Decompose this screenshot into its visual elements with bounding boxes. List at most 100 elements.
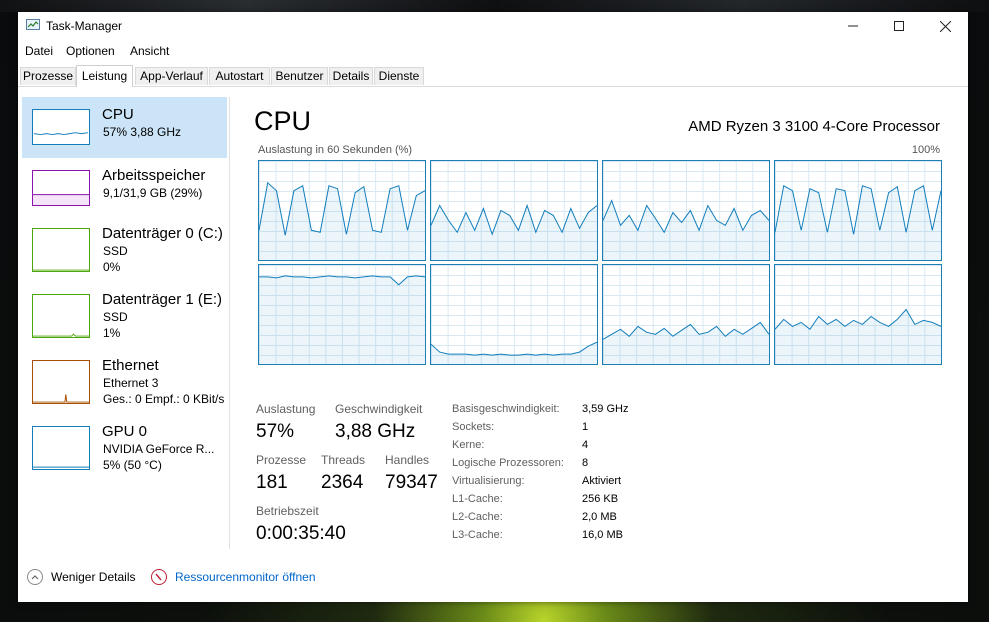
- cpu-core-plot-2: [603, 199, 769, 260]
- sidebar-item-ethernet[interactable]: Ethernet Ethernet 3 Ges.: 0 Empf.: 0 KBi…: [22, 356, 227, 417]
- l3-cache-value: 16,0 MB: [582, 529, 623, 541]
- disk-0-thumbnail-graph: [32, 228, 90, 272]
- cpu-core-graph-1: [430, 160, 598, 261]
- virtualization-label: Virtualisierung:: [452, 475, 525, 487]
- cpu-core-graph-3: [774, 160, 942, 261]
- cpu-core-area-6: [603, 322, 769, 364]
- ethernet-thumbnail-graph: [32, 360, 90, 404]
- sidebar-item-subtitle: 57% 3,88 GHz: [103, 125, 182, 139]
- sidebar-item-detail: 1%: [103, 326, 121, 340]
- uptime-value: 0:00:35:40: [256, 523, 346, 544]
- sidebar-item-detail: 0%: [103, 260, 121, 274]
- sockets-value: 1: [582, 421, 589, 433]
- sidebar-item-subtitle: Ethernet 3: [103, 376, 159, 390]
- base-speed-label: Basisgeschwindigkeit:: [452, 403, 560, 415]
- performance-sidebar: CPU 57% 3,88 GHz Arbeitsspeicher 9,1/31,…: [22, 97, 227, 547]
- graph-axis-label: Auslastung in 60 Sekunden (%): [258, 144, 413, 156]
- desktop-background: [0, 0, 989, 12]
- speed-label: Geschwindigkeit: [335, 402, 423, 416]
- cpu-core-area-1: [431, 205, 597, 260]
- fewer-details-button[interactable]: Weniger Details: [27, 569, 135, 585]
- threads-value: 2364: [321, 472, 364, 493]
- cpu-core-plot-1: [431, 203, 597, 260]
- task-manager-window: Task-Manager Datei Optionen Ansicht Proz…: [18, 12, 968, 602]
- memory-thumbnail-graph: [32, 170, 90, 206]
- cpu-core-graph-7: [774, 264, 942, 365]
- sockets-label: Sockets:: [452, 421, 495, 433]
- tab-prozesse[interactable]: Prozesse: [20, 67, 76, 85]
- menu-optionen[interactable]: Optionen: [66, 44, 115, 58]
- utilization-value: 57%: [256, 421, 295, 442]
- menu-ansicht[interactable]: Ansicht: [130, 44, 169, 58]
- cpu-core-graph-2: [602, 160, 770, 261]
- sidebar-item-title: CPU: [102, 106, 134, 123]
- resource-monitor-label: Ressourcenmonitor öffnen: [175, 570, 316, 584]
- cores-label: Kerne:: [452, 439, 485, 451]
- logical-processors-label: Logische Prozessoren:: [452, 457, 564, 469]
- processes-value: 181: [256, 472, 288, 493]
- cpu-detail-panel: CPU AMD Ryzen 3 3100 4-Core Processor Au…: [230, 97, 968, 557]
- sidebar-item-gpu[interactable]: GPU 0 NVIDIA GeForce R... 5% (50 °C): [22, 422, 227, 483]
- cpu-core-graph-5: [430, 264, 598, 365]
- cpu-core-area-2: [603, 200, 769, 260]
- utilization-label: Auslastung: [256, 402, 316, 416]
- tab-benutzer[interactable]: Benutzer: [271, 67, 328, 85]
- virtualization-value: Aktiviert: [582, 475, 622, 487]
- window-title: Task-Manager: [46, 19, 123, 33]
- l2-cache-value: 2,0 MB: [582, 511, 617, 523]
- sidebar-item-title: Arbeitsspeicher: [102, 167, 206, 184]
- cpu-core-graph-4: [258, 264, 426, 365]
- uptime-label: Betriebszeit: [256, 504, 319, 518]
- gpu-thumbnail-graph: [32, 426, 90, 470]
- cores-value: 4: [582, 439, 589, 451]
- handles-label: Handles: [385, 453, 430, 467]
- cpu-core-area-5: [431, 342, 597, 364]
- cpu-core-plot-5: [431, 341, 597, 364]
- sidebar-item-memory[interactable]: Arbeitsspeicher 9,1/31,9 GB (29%): [22, 158, 227, 219]
- tab-dienste[interactable]: Dienste: [374, 67, 424, 85]
- maximize-button[interactable]: [876, 12, 922, 40]
- resource-monitor-icon: [151, 569, 167, 585]
- cpu-thumbnail-graph: [32, 109, 90, 145]
- cpu-core-plot-6: [603, 321, 769, 364]
- resource-monitor-link[interactable]: Ressourcenmonitor öffnen: [151, 569, 316, 585]
- handles-value: 79347: [385, 472, 438, 493]
- speed-value: 3,88 GHz: [335, 421, 416, 442]
- page-title: CPU: [254, 106, 312, 136]
- cpu-core-plot-4: [259, 275, 425, 364]
- graph-axis-max: 100%: [911, 144, 940, 156]
- chevron-up-icon: [27, 569, 43, 585]
- logical-processors-value: 8: [582, 457, 589, 469]
- minimize-button[interactable]: [830, 12, 876, 40]
- cpu-core-area-7: [775, 309, 941, 364]
- tab-details[interactable]: Details: [329, 67, 373, 85]
- l3-cache-label: L3-Cache:: [452, 529, 503, 541]
- close-button[interactable]: [922, 12, 968, 40]
- processes-label: Prozesse: [256, 453, 307, 467]
- tab-strip: Prozesse Leistung App-Verlauf Autostart …: [18, 65, 968, 87]
- sidebar-item-title: Ethernet: [102, 357, 159, 374]
- base-speed-value: 3,59 GHz: [582, 403, 629, 415]
- cpu-core-plot-3: [775, 185, 941, 260]
- threads-label: Threads: [321, 453, 366, 467]
- l2-cache-label: L2-Cache:: [452, 511, 503, 523]
- sidebar-item-detail: 5% (50 °C): [103, 458, 162, 472]
- menu-datei[interactable]: Datei: [25, 44, 53, 58]
- tab-app-verlauf[interactable]: App-Verlauf: [135, 67, 208, 85]
- title-bar[interactable]: Task-Manager: [18, 12, 968, 40]
- sidebar-item-disk-1[interactable]: Datenträger 1 (E:) SSD 1%: [22, 290, 227, 351]
- sidebar-item-subtitle: 9,1/31,9 GB (29%): [103, 186, 203, 200]
- sidebar-item-cpu[interactable]: CPU 57% 3,88 GHz: [22, 97, 227, 158]
- cpu-core-plot-7: [775, 308, 941, 364]
- sidebar-item-subtitle: SSD: [103, 310, 128, 324]
- tab-leistung[interactable]: Leistung: [76, 65, 133, 87]
- task-manager-app-icon: [26, 19, 40, 30]
- tab-autostart[interactable]: Autostart: [209, 67, 270, 85]
- footer-bar: Weniger Details Ressourcenmonitor öffnen: [18, 562, 968, 594]
- cpu-core-line-5: [431, 341, 597, 356]
- l1-cache-value: 256 KB: [582, 493, 619, 505]
- cpu-core-graph-0: [258, 160, 426, 261]
- sidebar-item-disk-0[interactable]: Datenträger 0 (C:) SSD 0%: [22, 224, 227, 285]
- sidebar-item-title: Datenträger 1 (E:): [102, 291, 223, 308]
- sidebar-item-subtitle: NVIDIA GeForce R...: [103, 442, 215, 456]
